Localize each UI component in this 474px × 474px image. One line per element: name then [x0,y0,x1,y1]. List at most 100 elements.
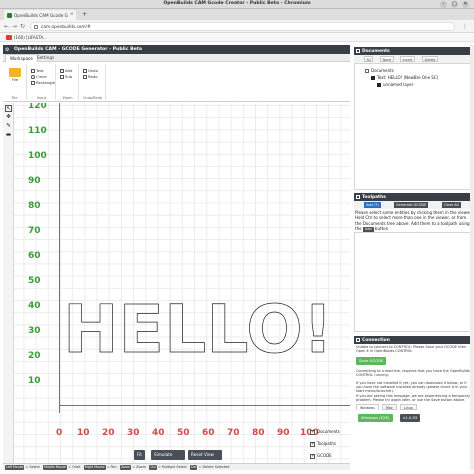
zoom-out-button[interactable]: Sub [60,74,72,79]
documents-toggle[interactable]: Documents [310,429,340,435]
connection-info-1: Connecting to a machine, requires that y… [356,369,470,378]
y-tick-label: 50 [28,276,41,286]
status-key: Left Mouse [5,465,25,470]
toolpaths-checkbox[interactable] [310,441,315,447]
tab-mac[interactable]: Mac [382,404,397,410]
zoom-in-button[interactable]: Add [60,68,72,73]
maximize-button[interactable]: □ [451,1,458,8]
generate-gcode-button[interactable]: Generate GCODE [394,202,429,208]
new-tab-button[interactable]: + [82,11,87,18]
openbuilds-favicon-icon [7,12,12,18]
circle-tool-button[interactable]: Circle [31,74,47,79]
close-window-button[interactable]: ✕ [462,1,469,8]
ribbon: File File Text Circle Rectangle Input Ad… [3,62,350,102]
tree-item-text[interactable]: Text: HELLO! (NewBro One SC) [371,75,438,80]
toolpaths-list [354,232,474,332]
app-header: ⚙ OpenBuilds CAM - GCODE Generator - Pub… [3,45,350,54]
lock-icon [34,24,38,29]
select-tool-icon[interactable]: ↖ [5,105,12,112]
panel-scrollbar[interactable] [470,45,474,470]
documents-icon [356,48,360,53]
documents-title: Documents [362,48,390,54]
documents-toggle-label: Documents [317,429,340,434]
tab-title: OpenBuilds CAM Gcode G [14,12,68,18]
simulate-button[interactable]: Simulate [151,450,185,460]
status-item: Ctrl = Multiple Select [149,465,187,470]
file-group: File File [3,64,27,100]
address-bar: ← → ↻ cam.openbuilds.com/# ⋮ [0,20,474,33]
documents-checkbox[interactable] [310,429,315,435]
browser-tab[interactable]: OpenBuilds CAM Gcode G × [4,10,76,20]
connection-info-3: If you are seeing this message, we are e… [356,394,471,403]
y-tick-label: 20 [28,351,41,361]
gcode-checkbox[interactable] [310,453,315,459]
connection-status: Unable to connect to CONTROL: Please Sav… [356,345,467,354]
select-all-button[interactable]: All [364,56,374,62]
tab-close-icon[interactable]: × [70,12,74,17]
zoom-in-label: Add [65,68,73,73]
status-item: Zoom = Zoom [119,465,146,470]
download-windows-button[interactable]: Windows (EXE) [358,414,393,422]
add-toolpath-button[interactable]: Add (T) [364,202,381,208]
url-input[interactable]: cam.openbuilds.com/# [30,22,455,31]
x-tick-label: 0 [56,428,63,438]
redo-button[interactable]: Redo [83,74,98,79]
status-key: Middle Mouse [43,465,67,470]
status-text: Select [29,465,40,469]
input-group: Text Circle Rectangle Input [28,64,56,100]
forward-button[interactable]: → [12,23,17,30]
toolpaths-toggle[interactable]: Toolpaths [310,441,336,447]
open-file-button[interactable]: File [7,68,23,82]
tree-item-label: unnamed layer [383,82,414,87]
status-key: Del [190,465,198,470]
file-group-label: File [11,96,18,100]
rectangle-icon [31,81,35,85]
x-tick-label: 70 [227,428,240,438]
rectangle-tool-button[interactable]: Rectangle [31,80,55,85]
hello-text-outline: HELLO! [63,296,333,360]
erase-tool-icon[interactable]: ▬ [5,132,12,139]
gcode-toggle[interactable]: GCODE [310,453,332,459]
save-gcode-button[interactable]: Save GCODE [356,357,387,365]
zoom-group: Add Sub Zoom [57,64,79,100]
reset-view-button[interactable]: Reset View [188,450,222,460]
bookmark-item[interactable]: (160) [LIFASTA... [14,35,47,40]
clear-all-button[interactable]: Clear All [442,202,461,208]
undo-icon [83,69,87,73]
reload-button[interactable]: ↻ [20,23,25,30]
invert-selection-button[interactable]: Invert [400,56,415,62]
x-tick-label: 50 [177,428,190,438]
status-text: Multiple Select [161,465,187,469]
hello-outline-drawing[interactable]: HELLO! [60,296,336,360]
input-group-label: Input [36,96,47,100]
tree-item-layer[interactable]: unnamed layer [377,82,413,87]
tab-windows[interactable]: Windows [356,404,379,410]
x-tick-label: 40 [152,428,165,438]
edit-tool-icon[interactable]: ✎ [5,123,12,130]
toolbox: ↖ ✥ ✎ ▬ [3,103,14,463]
select-none-button[interactable]: None [380,56,394,62]
folder-icon [9,68,21,77]
move-tool-icon[interactable]: ✥ [5,114,12,121]
folder-icon [365,69,369,73]
delete-button[interactable]: Delete [422,56,439,62]
tree-item-documents[interactable]: Documents [365,68,394,73]
tab-linux[interactable]: Linux [400,404,417,410]
text-tool-button[interactable]: Text [31,68,44,73]
3d-viewer[interactable]: 120 110 100 90 80 70 60 50 40 30 20 10 0… [14,103,350,463]
undo-label: Undo [88,68,98,73]
status-key: Right Mouse [83,465,106,470]
bookmarks-bar: (160) [LIFASTA... [0,33,474,42]
undo-button[interactable]: Undo [83,68,98,73]
y-tick-label: 60 [28,251,41,261]
x-tick-label: 20 [102,428,115,438]
browser-menu-icon[interactable]: ⋮ [462,23,468,30]
zoom-out-label: Sub [65,74,73,79]
checkbox-icon [377,83,381,87]
back-button[interactable]: ← [4,23,9,30]
connection-info-2: If you have not installed it yet, you ca… [356,381,468,394]
fit-button[interactable]: Fit [134,450,145,460]
tree-item-label: Text: HELLO! (NewBro One SC) [377,75,439,80]
tab-settings[interactable]: Settings [33,54,58,62]
minimize-button[interactable]: – [440,1,447,8]
